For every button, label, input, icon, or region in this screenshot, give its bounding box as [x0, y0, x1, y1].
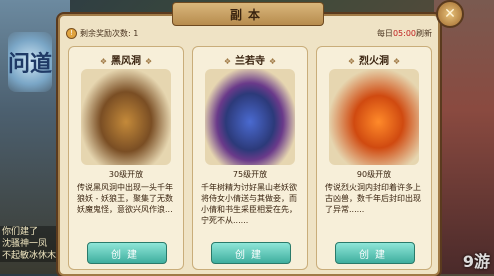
reset-prefix: 每日 — [376, 29, 393, 38]
reward-icon: ! — [66, 28, 77, 39]
remaining-rewards: ! 剩余奖励次数: 1 — [66, 28, 138, 39]
dungeon-panel: ! 剩余奖励次数: 1 每日05:00刷新 黑风洞 30级开放 传说黑风洞中出现… — [58, 14, 440, 276]
reset-suffix: 刷新 — [416, 29, 432, 38]
dungeon-description: 传说烈火洞内封印着许多上古凶兽，数千年后封印出现了异常...... — [325, 183, 421, 214]
dungeon-card-liehuodong: 烈火洞 90级开放 传说烈火洞内封印着许多上古凶兽，数千年后封印出现了异常...… — [316, 46, 432, 270]
close-icon: ✕ — [444, 6, 456, 22]
dungeon-level: 30级开放 — [108, 170, 144, 179]
create-button[interactable]: 创建 — [335, 242, 415, 264]
dungeon-level: 75级开放 — [232, 170, 268, 179]
dungeon-description: 传说黑风洞中出现一头千年狼妖 - 妖狼王，聚集了无数妖魔鬼怪，意欲兴风作浪... — [77, 183, 173, 214]
create-button[interactable]: 创建 — [211, 242, 291, 264]
fire-beast-portrait — [329, 69, 419, 165]
info-row: ! 剩余奖励次数: 1 每日05:00刷新 — [66, 28, 432, 42]
remaining-label: 剩余奖励次数: 1 — [80, 29, 139, 38]
wolf-demon-portrait — [81, 69, 171, 165]
watermark: 9游 — [462, 252, 490, 271]
dungeon-card-lanruosi: 兰若寺 75级开放 千年树精为讨好黑山老妖欲将侍女小倩送与其做妾，而小倩和书生采… — [192, 46, 308, 270]
background-scene-right — [434, 0, 494, 274]
game-logo-text: 问道 — [8, 51, 53, 77]
reset-time: 05:00 — [392, 29, 416, 38]
tree-spirit-portrait — [205, 69, 295, 165]
close-button[interactable]: ✕ — [436, 0, 464, 28]
dungeon-description: 千年树精为讨好黑山老妖欲将侍女小倩送与其做妾，而小倩和书生采臣相爱在先，宁死不从… — [201, 183, 297, 225]
dungeon-card-heifengdong: 黑风洞 30级开放 传说黑风洞中出现一头千年狼妖 - 妖狼王，聚集了无数妖魔鬼怪… — [68, 46, 184, 270]
dungeon-level: 90级开放 — [356, 170, 392, 179]
create-button[interactable]: 创建 — [87, 242, 167, 264]
dungeon-name: 兰若寺 — [193, 52, 307, 67]
reset-info: 每日05:00刷新 — [377, 28, 432, 39]
game-logo: 问道 — [8, 32, 52, 92]
dungeon-name: 黑风洞 — [69, 52, 183, 67]
panel-title: 副本 — [172, 2, 324, 26]
dungeon-name: 烈火洞 — [317, 52, 431, 67]
